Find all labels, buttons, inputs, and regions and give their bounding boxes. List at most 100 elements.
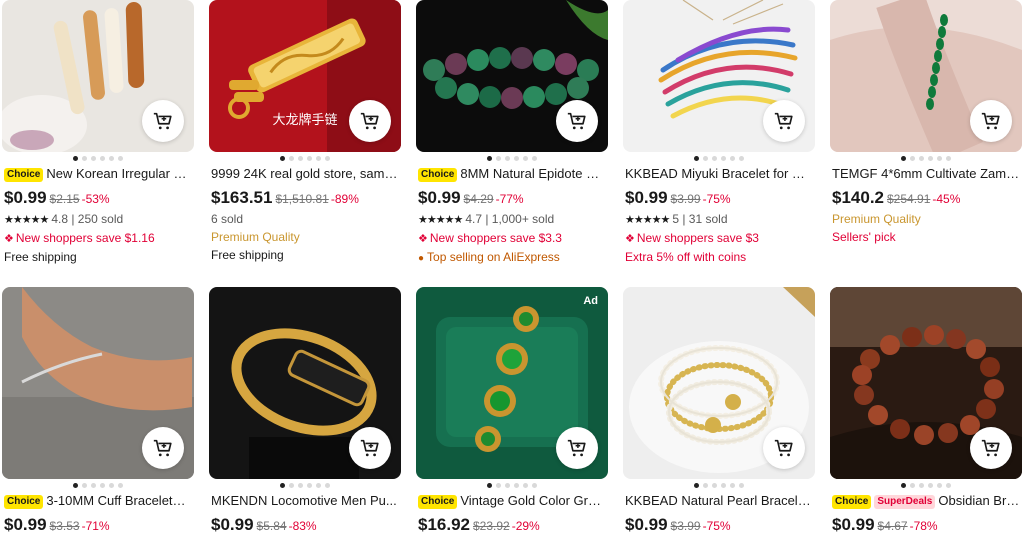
price-line: $163.51 $1,510.81 -89% (211, 187, 399, 210)
price-line: $0.99 $3.99 -75% (625, 514, 813, 536)
image-carousel-dots[interactable] (416, 156, 608, 162)
add-to-cart-icon (567, 439, 586, 457)
price-line: $16.92 $23.92 -29% (418, 514, 606, 536)
product-image[interactable] (830, 287, 1022, 479)
shipping-text: Free shipping (211, 248, 284, 262)
product-image[interactable] (2, 287, 194, 479)
star-rating-icon: ★★★★★ (625, 214, 670, 226)
promo-text: ❖ New shoppers save $3.3 (418, 231, 562, 245)
superdeals-badge: SuperDeals (874, 495, 936, 509)
coins-offer: Extra 5% off with coins (625, 250, 747, 264)
add-to-cart-button[interactable] (970, 100, 1012, 142)
flame-icon: ❖ (625, 233, 635, 245)
product-title[interactable]: Choice 8MM Natural Epidote Zoi... (418, 166, 606, 182)
product-title[interactable]: Choice 3-10MM Cuff Bracelets f... (4, 493, 192, 509)
original-price: $23.92 (473, 519, 510, 533)
image-carousel-dots[interactable] (209, 156, 401, 162)
original-price: $3.99 (670, 519, 701, 533)
price-line: $0.99 $3.53 -71% (4, 514, 192, 536)
sale-price: $163.51 (211, 188, 273, 207)
sale-price: $0.99 (211, 515, 254, 534)
add-to-cart-icon (981, 439, 1000, 457)
discount: -75% (702, 519, 731, 533)
product-title[interactable]: ChoiceSuperDealsObsidian Bracel... (832, 493, 1020, 509)
sale-price: $0.99 (418, 188, 461, 207)
image-carousel-dots[interactable] (623, 156, 815, 162)
shipping-text: Free shipping (4, 250, 77, 264)
image-carousel-dots[interactable] (830, 483, 1022, 489)
ad-label: Ad (583, 295, 598, 307)
discount: -89% (330, 192, 359, 206)
discount: -71% (81, 519, 110, 533)
star-rating-icon: ★★★★★ (418, 214, 463, 226)
product-image[interactable] (2, 0, 194, 152)
add-to-cart-button[interactable] (349, 100, 391, 142)
flame-icon: ❖ (4, 233, 14, 245)
image-carousel-dots[interactable] (2, 156, 194, 162)
product-title[interactable]: MKENDN Locomotive Men Pu... (211, 493, 399, 509)
add-to-cart-button[interactable] (763, 427, 805, 469)
image-carousel-dots[interactable] (416, 483, 608, 489)
flame-icon: ❖ (418, 233, 428, 245)
product-title[interactable]: TEMGF 4*6mm Cultivate Zamb... (832, 166, 1020, 182)
image-carousel-dots[interactable] (623, 483, 815, 489)
product-title[interactable]: Choice Vintage Gold Color Gree... (418, 493, 606, 509)
choice-badge: Choice (418, 495, 458, 509)
product-image[interactable]: Ad (416, 287, 608, 479)
discount: -45% (932, 192, 961, 206)
price-line: $0.99 $3.99 -75% (625, 187, 813, 210)
product-image[interactable] (623, 0, 815, 152)
add-to-cart-button[interactable] (142, 100, 184, 142)
product-title[interactable]: Choice New Korean Irregular Ma... (4, 166, 192, 182)
add-to-cart-button[interactable] (556, 427, 598, 469)
add-to-cart-icon (774, 112, 793, 130)
sale-price: $0.99 (4, 515, 47, 534)
add-to-cart-button[interactable] (556, 100, 598, 142)
premium-quality-label: Premium Quality (832, 212, 921, 226)
image-carousel-dots[interactable] (209, 483, 401, 489)
sale-price: $0.99 (4, 188, 47, 207)
add-to-cart-button[interactable] (142, 427, 184, 469)
premium-quality-label: Premium Quality (211, 230, 300, 244)
image-carousel-dots[interactable] (830, 156, 1022, 162)
price-line: $0.99 $5.84 -83% (211, 514, 399, 536)
choice-badge: Choice (4, 168, 44, 182)
sale-price: $0.99 (625, 188, 668, 207)
original-price: $3.99 (670, 192, 701, 206)
image-carousel-dots[interactable] (2, 483, 194, 489)
add-to-cart-icon (981, 112, 1000, 130)
add-to-cart-icon (153, 112, 172, 130)
product-image[interactable] (416, 0, 608, 152)
sold-count: 6 sold (211, 212, 244, 226)
top-selling-label: ● Top selling on AliExpress (418, 250, 560, 264)
add-to-cart-button[interactable] (349, 427, 391, 469)
price-line: $0.99 $4.67 -78% (832, 514, 1020, 536)
add-to-cart-icon (153, 439, 172, 457)
choice-badge: Choice (832, 495, 872, 509)
discount: -83% (288, 519, 317, 533)
original-price: $254.91 (887, 192, 931, 206)
add-to-cart-button[interactable] (763, 100, 805, 142)
rating-sold: ★★★★★ 5 | 31 sold (625, 212, 728, 226)
add-to-cart-icon (774, 439, 793, 457)
discount: -53% (81, 192, 110, 206)
product-image[interactable] (623, 287, 815, 479)
star-rating-icon: ★★★★★ (4, 214, 49, 226)
discount: -77% (495, 192, 524, 206)
choice-badge: Choice (418, 168, 458, 182)
price-line: $0.99 $2.15 -53% (4, 187, 192, 210)
product-image[interactable]: 大龙牌手链 (209, 0, 401, 152)
original-price: $4.67 (877, 519, 908, 533)
original-price: $4.29 (463, 192, 494, 206)
product-image[interactable] (209, 287, 401, 479)
price-line: $140.2 $254.91 -45% (832, 187, 1020, 210)
product-image[interactable] (830, 0, 1022, 152)
add-to-cart-button[interactable] (970, 427, 1012, 469)
original-price: $5.84 (256, 519, 287, 533)
choice-badge: Choice (4, 495, 44, 509)
product-title[interactable]: 9999 24K real gold store, same ... (211, 166, 399, 182)
price-line: $0.99 $4.29 -77% (418, 187, 606, 210)
product-title[interactable]: KKBEAD Miyuki Bracelet for W... (625, 166, 813, 182)
product-title[interactable]: KKBEAD Natural Pearl Bracelet... (625, 493, 813, 509)
sale-price: $0.99 (832, 515, 875, 534)
